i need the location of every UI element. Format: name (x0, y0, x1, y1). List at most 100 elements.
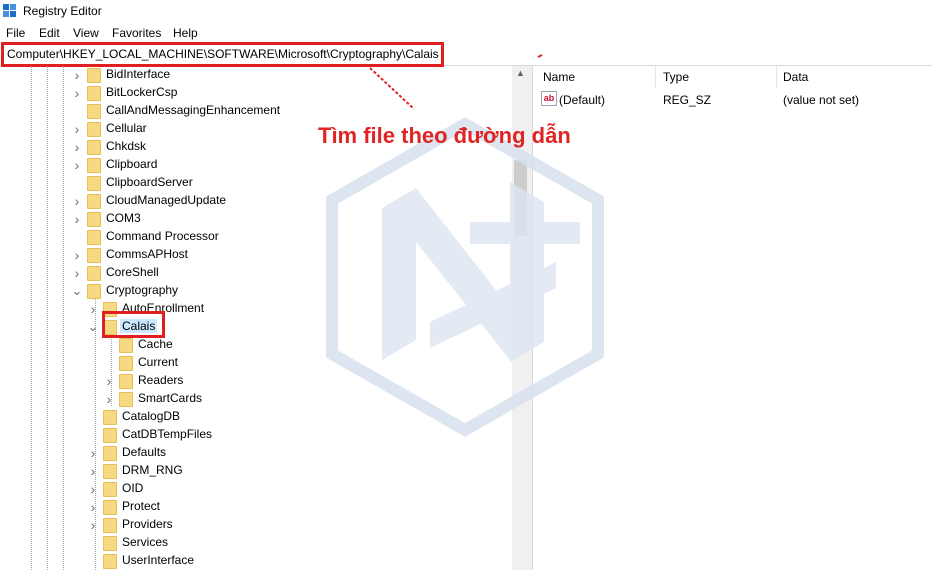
chevron-right-icon[interactable]: › (87, 498, 99, 516)
tree-item-label: SmartCards (138, 391, 203, 405)
menu-view[interactable]: View (73, 26, 99, 40)
tree-item[interactable]: Services (0, 534, 512, 552)
tree-item[interactable]: › CommsAPHost (0, 246, 512, 264)
chevron-right-icon[interactable]: › (87, 300, 99, 318)
tree-item-label: BitLockerCsp (106, 85, 178, 99)
address-path[interactable]: Computer\HKEY_LOCAL_MACHINE\SOFTWARE\Mic… (7, 47, 439, 61)
tree-item-label: Clipboard (106, 157, 158, 171)
tree-item[interactable]: › BitLockerCsp (0, 84, 512, 102)
column-divider[interactable] (776, 66, 777, 88)
chevron-right-icon[interactable]: › (71, 138, 83, 156)
scroll-thumb[interactable] (514, 160, 527, 236)
tree-item[interactable]: › OID (0, 480, 512, 498)
folder-icon (87, 176, 101, 191)
folder-icon (87, 158, 101, 173)
tree-item-label: Chkdsk (106, 139, 147, 153)
column-divider[interactable] (655, 66, 656, 88)
folder-icon (87, 266, 101, 281)
tree-item-label: OID (122, 481, 144, 495)
tree-item[interactable]: ClipboardServer (0, 174, 512, 192)
tree-item-label: DRM_RNG (122, 463, 183, 477)
tree-item[interactable]: › SmartCards (0, 390, 512, 408)
tree-item[interactable]: ⌄ Cryptography (0, 282, 512, 300)
menu-favorites[interactable]: Favorites (112, 26, 161, 40)
chevron-right-icon[interactable]: › (71, 66, 83, 84)
column-header-name[interactable]: Name (543, 70, 575, 84)
folder-icon (119, 356, 133, 371)
tree-item-label: Cellular (106, 121, 147, 135)
folder-icon (103, 518, 117, 533)
tree-item-label: ClipboardServer (106, 175, 193, 189)
tree-item-label: CloudManagedUpdate (106, 193, 227, 207)
folder-icon (103, 446, 117, 461)
tree-item[interactable]: Cache (0, 336, 512, 354)
chevron-right-icon[interactable]: › (71, 156, 83, 174)
chevron-right-icon[interactable]: › (71, 192, 83, 210)
tree-item[interactable]: › DRM_RNG (0, 462, 512, 480)
tree-item[interactable]: › COM3 (0, 210, 512, 228)
registry-editor-icon (3, 4, 17, 18)
chevron-right-icon[interactable]: › (87, 462, 99, 480)
column-header-data[interactable]: Data (783, 70, 808, 84)
folder-icon (119, 392, 133, 407)
tree-item[interactable]: › CloudManagedUpdate (0, 192, 512, 210)
folder-icon (119, 338, 133, 353)
chevron-right-icon[interactable]: › (71, 246, 83, 264)
scroll-up-icon[interactable]: ▲ (512, 68, 529, 82)
chevron-right-icon[interactable]: › (87, 480, 99, 498)
folder-icon (87, 194, 101, 209)
tree-item[interactable]: CatalogDB (0, 408, 512, 426)
folder-icon (119, 374, 133, 389)
tree-item-label: COM3 (106, 211, 141, 225)
column-header-type[interactable]: Type (663, 70, 689, 84)
tree-item[interactable]: › AutoEnrollment (0, 300, 512, 318)
chevron-right-icon[interactable]: › (71, 84, 83, 102)
folder-icon (103, 554, 117, 569)
chevron-right-icon[interactable]: › (87, 516, 99, 534)
folder-icon (103, 320, 117, 335)
menu-help[interactable]: Help (173, 26, 198, 40)
tree-item[interactable]: ⌄ Calais (0, 318, 512, 336)
chevron-down-icon[interactable]: ⌄ (87, 318, 99, 336)
folder-icon (87, 230, 101, 245)
tree-item[interactable]: › Clipboard (0, 156, 512, 174)
values-pane[interactable]: Name Type Data ab (Default) REG_SZ (valu… (534, 66, 932, 570)
tree-item[interactable]: Command Processor (0, 228, 512, 246)
value-name: (Default) (559, 93, 606, 107)
chevron-right-icon[interactable]: › (71, 210, 83, 228)
chevron-right-icon[interactable]: › (103, 390, 115, 408)
tree-item[interactable]: › BidInterface (0, 66, 512, 84)
chevron-down-icon[interactable]: ⌄ (71, 282, 83, 300)
tree-item[interactable]: CatDBTempFiles (0, 426, 512, 444)
address-bar[interactable]: Computer\HKEY_LOCAL_MACHINE\SOFTWARE\Mic… (0, 42, 932, 66)
folder-icon (103, 410, 117, 425)
tree-item-label: Current (138, 355, 179, 369)
folder-icon (103, 464, 117, 479)
tree-item[interactable]: CallAndMessagingEnhancement (0, 102, 512, 120)
annotation-text: Tìm file theo đường dẫn (318, 123, 571, 148)
tree-item[interactable]: › Protect (0, 498, 512, 516)
tree-item[interactable]: › Readers (0, 372, 512, 390)
menu-file[interactable]: File (6, 26, 25, 40)
folder-icon (103, 428, 117, 443)
tree-item-label: Services (122, 535, 169, 549)
value-type: REG_SZ (663, 93, 712, 107)
tree-item[interactable]: Current (0, 354, 512, 372)
folder-icon (87, 122, 101, 137)
tree-item[interactable]: › Defaults (0, 444, 512, 462)
tree-item[interactable]: › Providers (0, 516, 512, 534)
chevron-right-icon[interactable]: › (71, 120, 83, 138)
folder-icon (103, 302, 117, 317)
tree-item[interactable]: › CoreShell (0, 264, 512, 282)
chevron-right-icon[interactable]: › (71, 264, 83, 282)
menu-bar: File Edit View Favorites Help (0, 23, 932, 42)
tree-item[interactable]: UserInterface (0, 552, 512, 570)
folder-icon (103, 536, 117, 551)
folder-icon (87, 86, 101, 101)
tree-item-label: CatDBTempFiles (122, 427, 213, 441)
chevron-right-icon[interactable]: › (103, 372, 115, 390)
value-data: (value not set) (783, 93, 860, 107)
menu-edit[interactable]: Edit (39, 26, 60, 40)
tree-item-label: Command Processor (106, 229, 219, 243)
chevron-right-icon[interactable]: › (87, 444, 99, 462)
